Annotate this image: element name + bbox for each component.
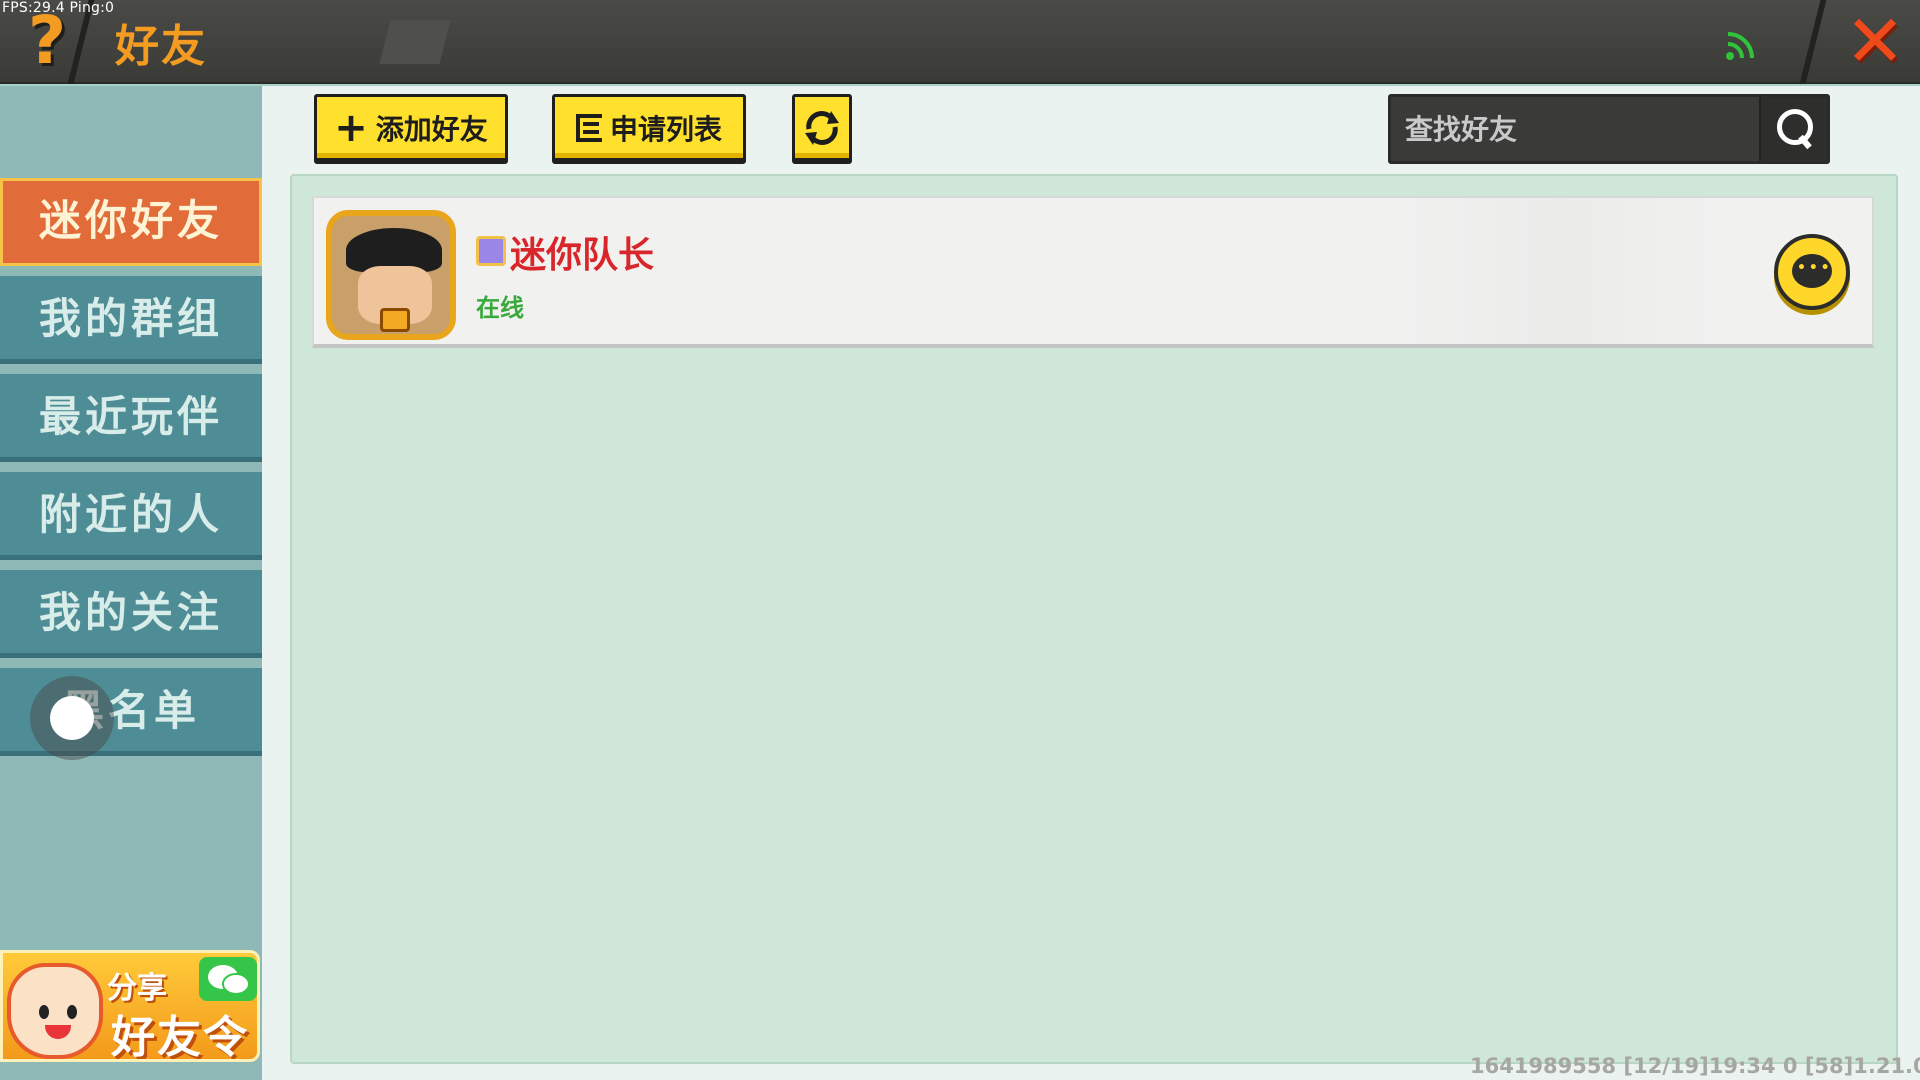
version-info: 1641989558 [12/19]19:34 0 [58]1.21.0 — [1470, 1054, 1920, 1078]
plus-icon: + — [334, 104, 368, 151]
refresh-icon — [805, 110, 839, 145]
apply-list-label: 申请列表 — [609, 112, 722, 146]
sidebar-item-nearby[interactable]: 附近的人 — [0, 472, 262, 560]
header-bar — [0, 0, 1920, 84]
sidebar: 迷你好友 我的群组 最近玩伴 附近的人 我的关注 黑名单 分享 好友令 — [0, 86, 262, 1080]
mascot-face-icon — [7, 963, 103, 1059]
chat-button[interactable] — [1774, 234, 1850, 310]
question-mark-icon[interactable]: ? — [22, 6, 72, 76]
rank-badge-icon — [476, 236, 506, 266]
add-friend-button[interactable]: + 添加好友 — [314, 94, 508, 164]
touch-indicator — [30, 676, 114, 760]
refresh-button[interactable] — [792, 94, 852, 164]
sidebar-item-my-groups[interactable]: 我的群组 — [0, 276, 262, 364]
friend-avatar[interactable] — [326, 210, 456, 340]
search-icon[interactable] — [1759, 97, 1827, 161]
header-divider — [1799, 0, 1827, 84]
signal-icon — [1726, 32, 1754, 60]
sidebar-item-mini-friends[interactable]: 迷你好友 — [0, 178, 262, 266]
wechat-icon — [199, 957, 257, 1001]
share-title: 好友令 — [111, 1012, 249, 1062]
friends-screen: FPS:29.4 Ping:0 ? 好友 ✕ 迷你好友 我的群组 最近玩伴 附近… — [0, 0, 1920, 1080]
list-icon — [575, 113, 602, 142]
search-box — [1388, 94, 1831, 164]
friend-status: 在线 — [476, 294, 524, 322]
page-title: 好友 — [115, 21, 207, 72]
close-icon[interactable]: ✕ — [1842, 5, 1908, 77]
chat-bubble-icon — [1792, 254, 1832, 288]
sidebar-item-following[interactable]: 我的关注 — [0, 570, 262, 658]
sidebar-item-recent-players[interactable]: 最近玩伴 — [0, 374, 262, 462]
apply-list-button[interactable]: 申请列表 — [552, 94, 746, 164]
friend-name: 迷你队长 — [510, 235, 655, 276]
share-friend-code-banner[interactable]: 分享 好友令 — [0, 950, 260, 1062]
add-friend-label: 添加好友 — [375, 112, 488, 146]
header-decoration — [379, 20, 451, 64]
